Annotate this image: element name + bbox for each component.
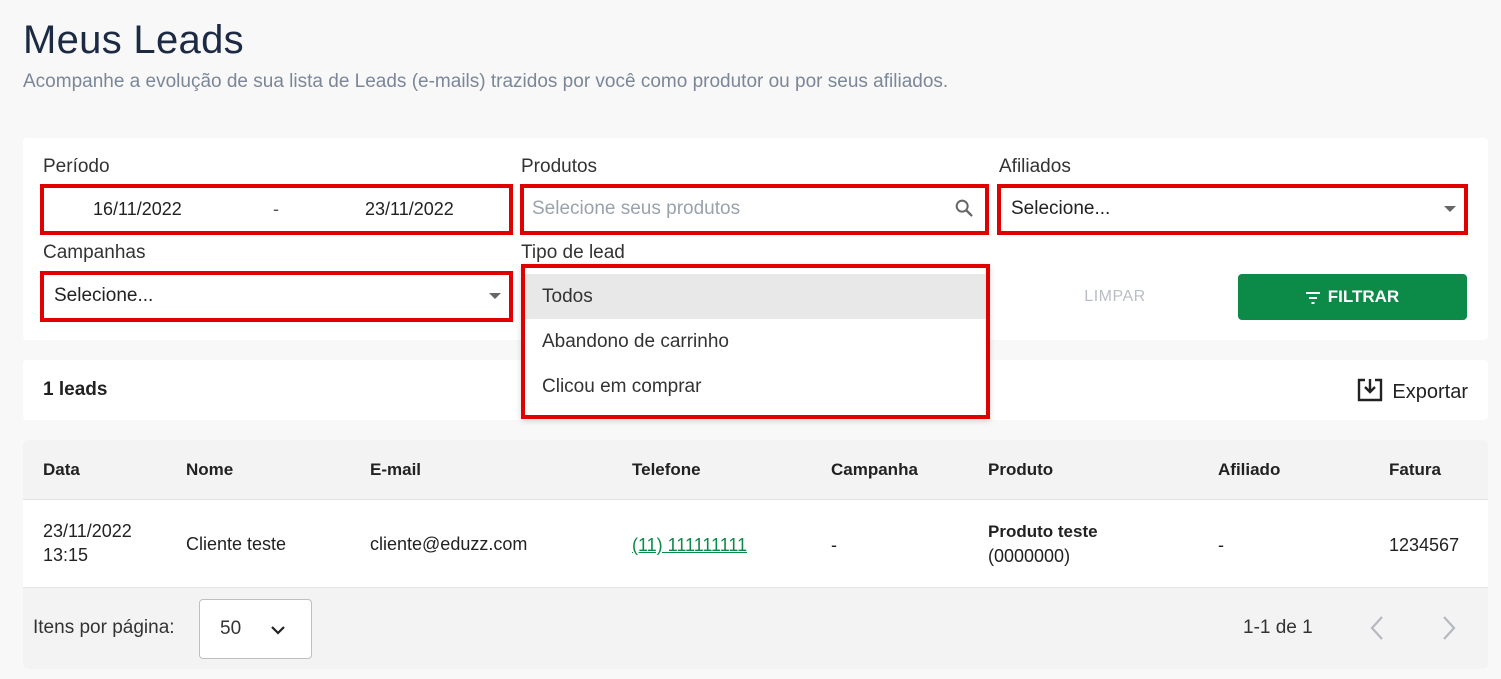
export-label: Exportar — [1392, 381, 1468, 403]
date-range-field[interactable]: 16/11/2022 - 23/11/2022 — [40, 184, 513, 235]
campanhas-select[interactable]: Selecione... — [40, 271, 513, 322]
chevron-down-icon[interactable] — [1444, 206, 1456, 212]
filtrar-label: FILTRAR — [1327, 287, 1400, 306]
date-end[interactable]: 23/11/2022 — [365, 199, 454, 220]
column-header[interactable]: Data — [43, 460, 80, 480]
tipo-lead-dropdown: Todos Abandono de carrinho Clicou em com… — [521, 264, 990, 419]
column-header[interactable]: Fatura — [1389, 460, 1441, 480]
cell-afiliado: - — [1218, 535, 1224, 555]
cell-produto-id: (0000000) — [988, 546, 1071, 566]
search-icon[interactable] — [953, 197, 975, 219]
chevron-down-icon[interactable] — [489, 293, 501, 299]
column-header[interactable]: E-mail — [370, 460, 421, 480]
produtos-label: Produtos — [521, 156, 598, 177]
cell-nome: Cliente teste — [186, 534, 287, 554]
cell-time: 13:15 — [43, 545, 89, 565]
dropdown-option-abandono[interactable]: Abandono de carrinho — [525, 319, 986, 364]
cell-fatura: 1234567 — [1389, 535, 1460, 555]
table-row[interactable]: 23/11/2022 13:15 Cliente teste cliente@e… — [23, 500, 1488, 588]
tipo-lead-label: Tipo de lead — [521, 242, 625, 263]
produtos-placeholder[interactable]: Selecione seus produtos — [532, 198, 740, 220]
per-page-select[interactable]: 50 — [199, 599, 312, 659]
limpar-button[interactable]: LIMPAR — [1060, 275, 1170, 319]
leads-table: Data Nome E-mail Telefone Campanha Produ… — [23, 440, 1488, 669]
table-header: Data Nome E-mail Telefone Campanha Produ… — [23, 440, 1488, 500]
campanhas-value[interactable]: Selecione... — [54, 285, 153, 307]
campanhas-label: Campanhas — [43, 242, 146, 263]
afiliados-label: Afiliados — [999, 156, 1071, 177]
produtos-search-field[interactable]: Selecione seus produtos — [520, 184, 989, 235]
afiliados-select[interactable]: Selecione... — [997, 184, 1468, 235]
column-header[interactable]: Nome — [186, 460, 233, 480]
pagination-range: 1-1 de 1 — [1243, 617, 1313, 638]
chevron-left-icon[interactable] — [1368, 615, 1386, 641]
dropdown-option-clicou[interactable]: Clicou em comprar — [525, 364, 986, 409]
cell-email: cliente@eduzz.com — [370, 534, 528, 554]
table-footer: Itens por página: 50 1-1 de 1 — [23, 588, 1488, 669]
page-subtitle: Acompanhe a evolução de sua lista de Lea… — [23, 71, 949, 92]
date-separator: - — [273, 199, 279, 219]
filter-icon — [1305, 292, 1320, 304]
page-title: Meus Leads — [23, 18, 244, 62]
column-header[interactable]: Afiliado — [1218, 460, 1280, 480]
chevron-down-icon[interactable] — [270, 622, 286, 638]
dropdown-option-todos[interactable]: Todos — [525, 274, 986, 319]
filtrar-button[interactable]: FILTRAR — [1238, 274, 1467, 320]
column-header[interactable]: Campanha — [831, 460, 918, 480]
chevron-right-icon[interactable] — [1440, 615, 1458, 641]
periodo-label: Período — [43, 156, 110, 177]
leads-count: 1 leads — [43, 379, 108, 400]
afiliados-value[interactable]: Selecione... — [1011, 198, 1110, 220]
per-page-label: Itens por página: — [33, 617, 175, 638]
cell-telefone-link[interactable]: (11) 111111111 — [632, 533, 747, 557]
date-start[interactable]: 16/11/2022 — [93, 199, 182, 220]
download-icon — [1358, 378, 1383, 402]
cell-date: 23/11/2022 — [43, 521, 132, 541]
cell-campanha: - — [831, 535, 837, 555]
column-header[interactable]: Telefone — [632, 460, 701, 480]
column-header[interactable]: Produto — [988, 460, 1053, 480]
cell-produto-nome: Produto teste — [988, 522, 1098, 541]
export-button[interactable]: Exportar — [1356, 377, 1468, 404]
per-page-value[interactable]: 50 — [220, 618, 241, 640]
